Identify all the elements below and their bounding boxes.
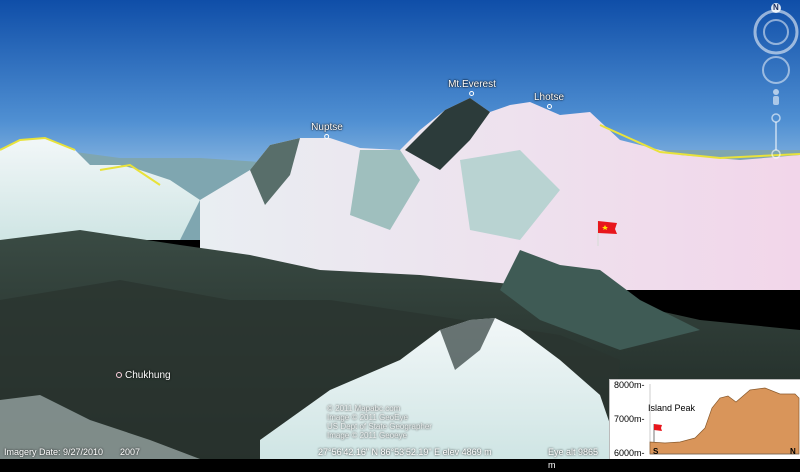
imagery-credits: © 2011 Mapabc.com Image © 2011 GeoEye US…: [327, 404, 432, 440]
profile-start-marker: S: [653, 447, 659, 456]
profile-y-tick: 7000m-: [614, 414, 645, 424]
profile-y-tick: 8000m-: [614, 380, 645, 390]
peak-label-nuptse[interactable]: Nuptse: [311, 122, 343, 139]
street-view-icon[interactable]: [773, 89, 779, 105]
profile-y-tick: 6000m-: [614, 448, 645, 458]
flag-marker-icon: [653, 424, 662, 442]
credit-line: US Dept of State Geographer: [327, 422, 432, 431]
peak-label-everest[interactable]: Mt.Everest: [448, 79, 496, 96]
elevation-profile[interactable]: 8000m- 7000m- 6000m- Island Peak S N: [609, 379, 800, 459]
profile-end-marker: N: [790, 447, 796, 456]
credit-line: Image © 2011 GeoEye: [327, 413, 408, 422]
coordinates-readout: 27°56'42.16" N 86°53'52.19" E elev 4869 …: [318, 447, 492, 457]
zoom-slider-icon[interactable]: [771, 113, 781, 159]
north-indicator[interactable]: N: [773, 3, 779, 12]
profile-title: Island Peak: [648, 403, 696, 413]
red-flag-placemark-icon[interactable]: [595, 219, 619, 247]
imagery-date: Imagery Date: 9/27/2010: [4, 447, 104, 457]
place-label-chukhung[interactable]: Chukhung: [116, 370, 171, 381]
nav-controls-svg: [753, 3, 799, 159]
eye-altitude: Eye alt 9865 m: [548, 447, 599, 470]
status-bar: Imagery Date: 9/27/2010 2007 27°56'42.16…: [0, 446, 608, 470]
credit-line: Image © 2011 Geoeye: [327, 431, 408, 440]
placemark-ring-icon: [116, 372, 122, 379]
peak-label-lhotse[interactable]: Lhotse: [534, 92, 564, 109]
navigation-controls: N: [752, 0, 800, 160]
move-ring-icon[interactable]: [762, 56, 790, 84]
imagery-year: 2007: [120, 447, 141, 457]
credit-line: © 2011 Mapabc.com: [327, 404, 401, 413]
place-name: Chukhung: [125, 370, 171, 381]
